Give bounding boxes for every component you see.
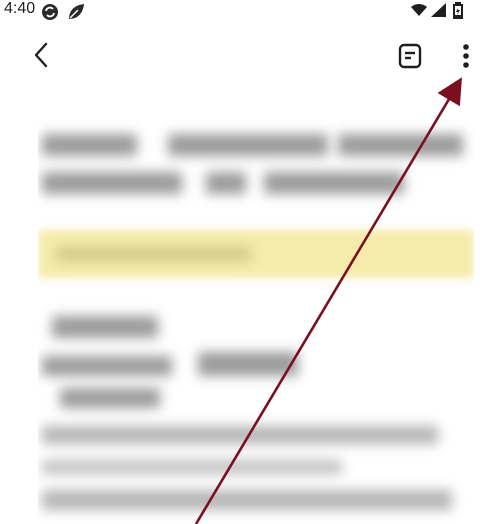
blurred-text-line <box>206 172 246 194</box>
sync-icon <box>42 4 58 20</box>
leaf-icon <box>69 4 84 19</box>
blurred-text-line <box>60 388 160 408</box>
status-bar: 4:40 <box>0 0 494 22</box>
signal-icon <box>431 3 446 17</box>
blurred-text-line <box>42 134 137 156</box>
wifi-icon <box>411 3 427 16</box>
blurred-text-line <box>52 316 158 338</box>
top-app-bar <box>0 30 494 80</box>
blurred-text-line <box>338 134 463 156</box>
blurred-text-line <box>42 460 342 474</box>
more-vertical-icon <box>463 44 469 68</box>
back-button[interactable] <box>28 40 56 70</box>
blurred-text-line <box>198 352 298 376</box>
blurred-text-line <box>42 426 438 444</box>
document-view-button[interactable] <box>396 42 424 70</box>
blurred-text-line <box>168 134 328 156</box>
blurred-text-line <box>56 246 251 262</box>
blurred-text-line <box>264 172 404 194</box>
document-view-icon <box>398 43 422 69</box>
status-time: 4:40 <box>4 0 36 17</box>
blurred-text-line <box>42 172 182 194</box>
more-options-button[interactable] <box>454 42 478 72</box>
blurred-text-line <box>42 490 452 510</box>
battery-icon <box>453 2 463 19</box>
document-preview[interactable] <box>38 120 474 524</box>
blurred-text-line <box>42 356 172 376</box>
